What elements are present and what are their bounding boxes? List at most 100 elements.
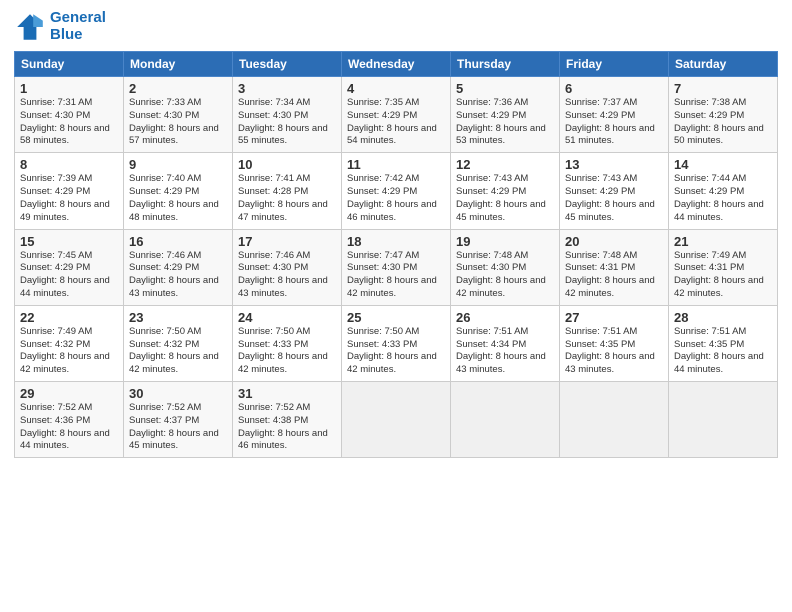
calendar-cell: 25Sunrise: 7:50 AMSunset: 4:33 PMDayligh… [342,305,451,381]
calendar-cell: 24Sunrise: 7:50 AMSunset: 4:33 PMDayligh… [233,305,342,381]
calendar-cell: 1Sunrise: 7:31 AMSunset: 4:30 PMDaylight… [15,77,124,153]
calendar-cell: 4Sunrise: 7:35 AMSunset: 4:29 PMDaylight… [342,77,451,153]
calendar-cell: 19Sunrise: 7:48 AMSunset: 4:30 PMDayligh… [451,229,560,305]
logo-icon [14,11,46,43]
cell-text: Sunrise: 7:50 AMSunset: 4:33 PMDaylight:… [347,326,437,375]
week-row-5: 29Sunrise: 7:52 AMSunset: 4:36 PMDayligh… [15,382,778,458]
day-number: 19 [456,234,554,249]
calendar-page: General Blue SundayMondayTuesdayWednesda… [0,0,792,612]
cell-text: Sunrise: 7:43 AMSunset: 4:29 PMDaylight:… [565,173,655,222]
calendar-cell: 27Sunrise: 7:51 AMSunset: 4:35 PMDayligh… [560,305,669,381]
day-number: 3 [238,81,336,96]
calendar-cell: 20Sunrise: 7:48 AMSunset: 4:31 PMDayligh… [560,229,669,305]
calendar-cell: 23Sunrise: 7:50 AMSunset: 4:32 PMDayligh… [124,305,233,381]
header: General Blue [14,10,778,43]
cell-text: Sunrise: 7:31 AMSunset: 4:30 PMDaylight:… [20,97,110,146]
col-header-monday: Monday [124,52,233,77]
cell-text: Sunrise: 7:50 AMSunset: 4:33 PMDaylight:… [238,326,328,375]
cell-text: Sunrise: 7:44 AMSunset: 4:29 PMDaylight:… [674,173,764,222]
calendar-cell: 8Sunrise: 7:39 AMSunset: 4:29 PMDaylight… [15,153,124,229]
calendar-cell: 5Sunrise: 7:36 AMSunset: 4:29 PMDaylight… [451,77,560,153]
day-number: 11 [347,157,445,172]
calendar-cell: 17Sunrise: 7:46 AMSunset: 4:30 PMDayligh… [233,229,342,305]
cell-text: Sunrise: 7:39 AMSunset: 4:29 PMDaylight:… [20,173,110,222]
day-number: 2 [129,81,227,96]
calendar-cell [669,382,778,458]
day-number: 27 [565,310,663,325]
cell-text: Sunrise: 7:52 AMSunset: 4:37 PMDaylight:… [129,402,219,451]
cell-text: Sunrise: 7:46 AMSunset: 4:30 PMDaylight:… [238,250,328,299]
cell-text: Sunrise: 7:51 AMSunset: 4:34 PMDaylight:… [456,326,546,375]
calendar-cell: 7Sunrise: 7:38 AMSunset: 4:29 PMDaylight… [669,77,778,153]
week-row-3: 15Sunrise: 7:45 AMSunset: 4:29 PMDayligh… [15,229,778,305]
cell-text: Sunrise: 7:51 AMSunset: 4:35 PMDaylight:… [674,326,764,375]
day-number: 17 [238,234,336,249]
cell-text: Sunrise: 7:36 AMSunset: 4:29 PMDaylight:… [456,97,546,146]
cell-text: Sunrise: 7:49 AMSunset: 4:32 PMDaylight:… [20,326,110,375]
day-number: 4 [347,81,445,96]
day-number: 14 [674,157,772,172]
col-header-saturday: Saturday [669,52,778,77]
day-number: 6 [565,81,663,96]
calendar-cell: 10Sunrise: 7:41 AMSunset: 4:28 PMDayligh… [233,153,342,229]
calendar-cell: 28Sunrise: 7:51 AMSunset: 4:35 PMDayligh… [669,305,778,381]
calendar-cell: 16Sunrise: 7:46 AMSunset: 4:29 PMDayligh… [124,229,233,305]
col-header-friday: Friday [560,52,669,77]
calendar-cell: 31Sunrise: 7:52 AMSunset: 4:38 PMDayligh… [233,382,342,458]
calendar-cell [560,382,669,458]
calendar-cell: 6Sunrise: 7:37 AMSunset: 4:29 PMDaylight… [560,77,669,153]
cell-text: Sunrise: 7:34 AMSunset: 4:30 PMDaylight:… [238,97,328,146]
day-number: 7 [674,81,772,96]
calendar-cell: 13Sunrise: 7:43 AMSunset: 4:29 PMDayligh… [560,153,669,229]
day-number: 21 [674,234,772,249]
week-row-4: 22Sunrise: 7:49 AMSunset: 4:32 PMDayligh… [15,305,778,381]
calendar-cell: 21Sunrise: 7:49 AMSunset: 4:31 PMDayligh… [669,229,778,305]
week-row-2: 8Sunrise: 7:39 AMSunset: 4:29 PMDaylight… [15,153,778,229]
day-number: 28 [674,310,772,325]
calendar-cell: 14Sunrise: 7:44 AMSunset: 4:29 PMDayligh… [669,153,778,229]
col-header-tuesday: Tuesday [233,52,342,77]
day-number: 18 [347,234,445,249]
calendar-table: SundayMondayTuesdayWednesdayThursdayFrid… [14,51,778,458]
calendar-cell: 15Sunrise: 7:45 AMSunset: 4:29 PMDayligh… [15,229,124,305]
calendar-cell [451,382,560,458]
calendar-cell [342,382,451,458]
calendar-cell: 3Sunrise: 7:34 AMSunset: 4:30 PMDaylight… [233,77,342,153]
cell-text: Sunrise: 7:45 AMSunset: 4:29 PMDaylight:… [20,250,110,299]
calendar-cell: 29Sunrise: 7:52 AMSunset: 4:36 PMDayligh… [15,382,124,458]
calendar-cell: 18Sunrise: 7:47 AMSunset: 4:30 PMDayligh… [342,229,451,305]
calendar-cell: 9Sunrise: 7:40 AMSunset: 4:29 PMDaylight… [124,153,233,229]
day-number: 25 [347,310,445,325]
cell-text: Sunrise: 7:33 AMSunset: 4:30 PMDaylight:… [129,97,219,146]
logo: General Blue [14,10,106,43]
day-number: 26 [456,310,554,325]
logo-text: General Blue [50,10,106,43]
day-number: 13 [565,157,663,172]
day-number: 16 [129,234,227,249]
col-header-thursday: Thursday [451,52,560,77]
week-row-1: 1Sunrise: 7:31 AMSunset: 4:30 PMDaylight… [15,77,778,153]
day-number: 24 [238,310,336,325]
day-number: 31 [238,386,336,401]
calendar-cell: 12Sunrise: 7:43 AMSunset: 4:29 PMDayligh… [451,153,560,229]
day-number: 12 [456,157,554,172]
header-row: SundayMondayTuesdayWednesdayThursdayFrid… [15,52,778,77]
day-number: 20 [565,234,663,249]
cell-text: Sunrise: 7:35 AMSunset: 4:29 PMDaylight:… [347,97,437,146]
cell-text: Sunrise: 7:43 AMSunset: 4:29 PMDaylight:… [456,173,546,222]
cell-text: Sunrise: 7:47 AMSunset: 4:30 PMDaylight:… [347,250,437,299]
day-number: 8 [20,157,118,172]
calendar-cell: 2Sunrise: 7:33 AMSunset: 4:30 PMDaylight… [124,77,233,153]
cell-text: Sunrise: 7:48 AMSunset: 4:30 PMDaylight:… [456,250,546,299]
day-number: 22 [20,310,118,325]
day-number: 9 [129,157,227,172]
cell-text: Sunrise: 7:38 AMSunset: 4:29 PMDaylight:… [674,97,764,146]
col-header-sunday: Sunday [15,52,124,77]
cell-text: Sunrise: 7:51 AMSunset: 4:35 PMDaylight:… [565,326,655,375]
day-number: 15 [20,234,118,249]
col-header-wednesday: Wednesday [342,52,451,77]
day-number: 10 [238,157,336,172]
cell-text: Sunrise: 7:37 AMSunset: 4:29 PMDaylight:… [565,97,655,146]
day-number: 23 [129,310,227,325]
calendar-cell: 30Sunrise: 7:52 AMSunset: 4:37 PMDayligh… [124,382,233,458]
